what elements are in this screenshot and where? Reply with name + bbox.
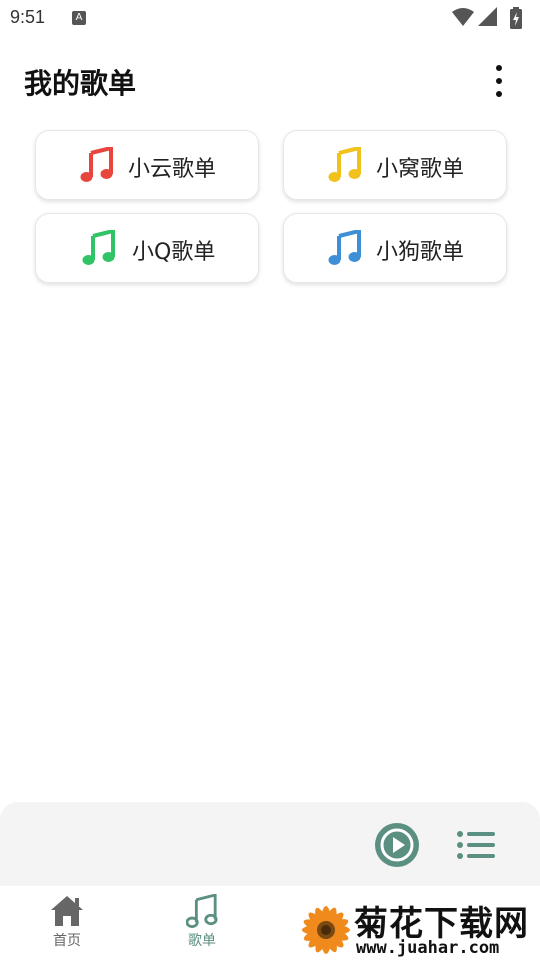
status-icons [452,7,532,29]
page-title: 我的歌单 [24,67,137,100]
music-note-icon [82,230,115,265]
playlist-card-xiaoyun[interactable]: 小云歌单 [35,130,259,200]
music-note-icon [80,147,113,182]
nav-label-playlists: 歌单 [188,933,216,949]
playlist-label: 小Q歌单 [132,240,216,265]
battery-icon [510,7,522,29]
playlist-label: 小狗歌单 [376,240,465,265]
playlist-card-xiaoq[interactable]: 小Q歌单 [35,213,259,283]
nav-item-home[interactable]: 首页 [22,894,112,958]
status-bar: 9:51 A [0,0,540,36]
home-icon [51,896,83,926]
music-note-icon [328,147,361,182]
status-time: 9:51 [10,7,46,27]
more-vertical-icon [496,65,502,71]
playlist-card-xiaowo[interactable]: 小窝歌单 [283,130,507,200]
notification-a-icon: A [72,11,86,25]
more-vertical-icon-dot [496,78,502,84]
more-vertical-icon-dot [496,91,502,97]
music-note-icon [328,230,361,265]
playlist-label: 小云歌单 [128,157,217,182]
nav-label-home: 首页 [53,933,81,949]
playlist-label: 小窝歌单 [376,157,465,182]
watermark: 菊花下载网 www.juahar.com [296,896,540,960]
signal-icon [478,7,497,26]
watermark-url: www.juahar.com [356,938,500,958]
playlist-card-xiaogou[interactable]: 小狗歌单 [283,213,507,283]
more-menu-button[interactable] [484,62,514,102]
flower-logo-icon [302,906,350,954]
music-note-icon [186,894,218,928]
nav-item-playlists[interactable]: 歌单 [157,894,247,958]
play-circle-icon[interactable] [374,822,420,868]
playlist-icon[interactable] [456,830,496,860]
mini-player [0,802,540,886]
wifi-icon [452,8,474,26]
